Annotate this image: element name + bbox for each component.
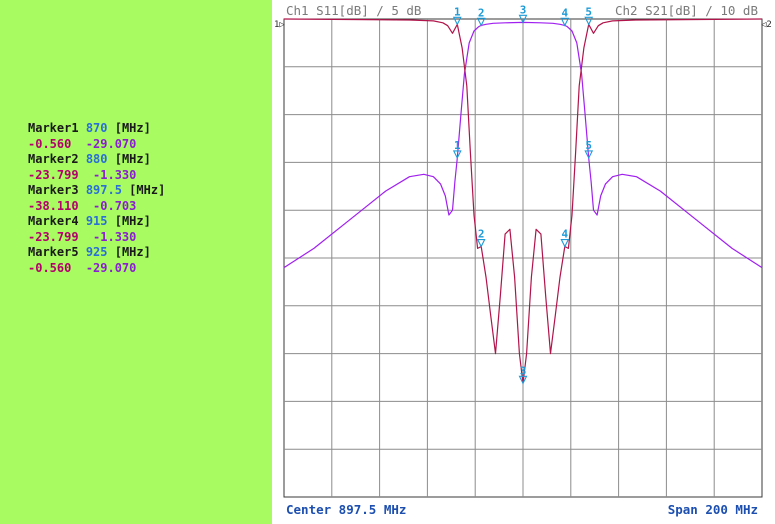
marker-s21-value: -1.330	[93, 229, 137, 244]
marker-s21-value: -1.330	[93, 167, 137, 182]
marker-frequency: 870	[85, 121, 108, 135]
marker-label: 3	[520, 3, 527, 16]
marker-label: 2	[478, 228, 485, 241]
marker-row-1: Marker1 870 [MHz]	[28, 121, 165, 137]
marker-values-2: -23.799 -1.330	[28, 168, 165, 184]
marker-s11-value: -0.560	[28, 136, 72, 151]
ref-arrow-left: 1▷	[274, 20, 285, 30]
marker-s21-value: -0.703	[93, 198, 137, 213]
marker-label: 1	[454, 5, 461, 18]
marker-unit: [MHz]	[129, 183, 166, 197]
ref-arrow-right: ◁2	[761, 20, 772, 30]
marker-frequency: 897.5	[85, 183, 122, 197]
marker-label: 2	[478, 6, 485, 19]
marker-label: 4	[562, 6, 569, 19]
marker-unit: [MHz]	[114, 245, 151, 259]
marker-s21-value: -29.070	[85, 260, 137, 275]
header-ch2: Ch2 S21[dB] / 10 dB	[615, 3, 758, 18]
marker-s11-value: -38.110	[28, 198, 79, 213]
marker-label: 1	[454, 139, 461, 152]
marker-label: 5	[585, 5, 592, 18]
marker-s21-value: -29.070	[85, 136, 137, 151]
marker-readout-table: Marker1 870 [MHz] -0.560 -29.070 Marker2 8…	[28, 121, 165, 276]
footer-span: Span 200 MHz	[668, 502, 758, 517]
marker-label: 4	[562, 228, 569, 241]
marker-name: Marker4	[28, 214, 79, 228]
marker-unit: [MHz]	[114, 214, 151, 228]
marker-s11-value: -0.560	[28, 260, 72, 275]
marker-frequency: 915	[85, 214, 108, 228]
marker-values-5: -0.560 -29.070	[28, 261, 165, 277]
marker-values-4: -23.799 -1.330	[28, 230, 165, 246]
network-analyzer-plot: 1 1 2 2 3 3 4 4 5 5 1▷ ◁2 Ch1 S11[dB] / 5 dB Ch2 …	[272, 0, 775, 524]
marker-row-4: Marker4 915 [MHz]	[28, 214, 165, 230]
marker-row-2: Marker2 880 [MHz]	[28, 152, 165, 168]
marker-unit: [MHz]	[114, 152, 151, 166]
marker-s11-value: -23.799	[28, 167, 79, 182]
marker-row-5: Marker5 925 [MHz]	[28, 245, 165, 261]
marker-name: Marker1	[28, 121, 79, 135]
header-ch1: Ch1 S11[dB] / 5 dB	[286, 3, 421, 18]
marker-row-3: Marker3 897.5 [MHz]	[28, 183, 165, 199]
marker-name: Marker3	[28, 183, 79, 197]
marker-label: 5	[585, 139, 592, 152]
footer-center: Center 897.5 MHz	[286, 502, 406, 517]
marker-name: Marker2	[28, 152, 79, 166]
marker-unit: [MHz]	[114, 121, 151, 135]
marker-s11-value: -23.799	[28, 229, 79, 244]
marker-panel: Marker1 870 [MHz] -0.560 -29.070 Marker2 8…	[0, 0, 272, 524]
marker-label: 3	[520, 364, 527, 377]
marker-frequency: 925	[85, 245, 108, 259]
marker-values-3: -38.110 -0.703	[28, 199, 165, 215]
marker-name: Marker5	[28, 245, 79, 259]
marker-frequency: 880	[85, 152, 108, 166]
marker-values-1: -0.560 -29.070	[28, 137, 165, 153]
